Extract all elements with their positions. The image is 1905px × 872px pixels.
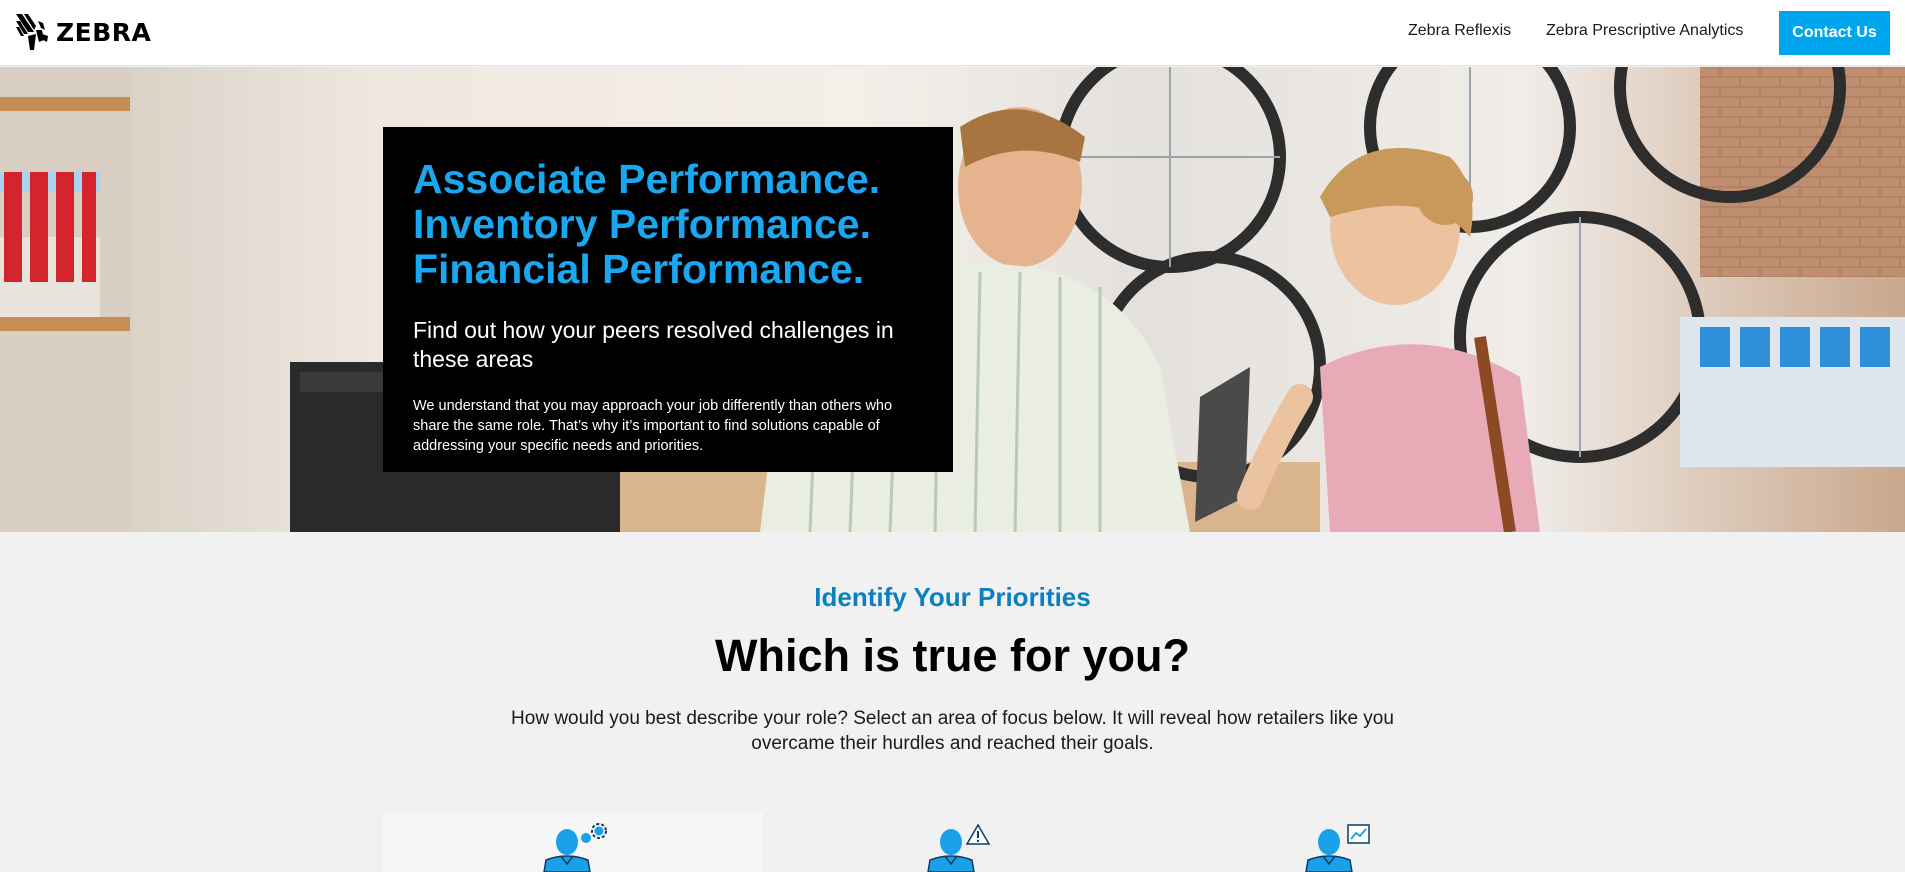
hero-banner: Associate Performance. Inventory Perform… [0, 67, 1905, 532]
person-chart-icon[interactable] [1302, 822, 1372, 872]
hero-body-text: We understand that you may approach your… [413, 398, 893, 454]
description-line: How would you best describe your role? S… [511, 708, 1394, 729]
hero-text-card: Associate Performance. Inventory Perform… [383, 127, 953, 472]
hero-subtitle: Find out how your peers resolved challen… [413, 317, 894, 372]
priorities-section: Identify Your Priorities Which is true f… [0, 532, 1905, 872]
section-headline: Which is true for you? [714, 630, 1190, 681]
brand-name: ZEBRA [56, 17, 152, 47]
person-warning-icon[interactable] [924, 822, 994, 872]
hero-title-line: Inventory Performance. [413, 201, 871, 247]
nav-link-prescriptive-analytics[interactable]: Zebra Prescriptive Analytics [1546, 22, 1743, 40]
zebra-head-icon [16, 14, 48, 50]
zebra-logo[interactable]: ZEBRA [14, 12, 151, 52]
contact-us-button[interactable]: Contact Us [1779, 11, 1890, 55]
hero-title: Associate Performance. Inventory Perform… [413, 157, 923, 292]
section-description: How would you best describe your role? S… [500, 706, 1405, 756]
hero-title-line: Associate Performance. [413, 156, 881, 202]
site-header: ZEBRA Zebra Reflexis Zebra Prescriptive … [0, 0, 1905, 66]
person-gear-icon[interactable] [540, 822, 610, 872]
section-eyebrow: Identify Your Priorities [814, 582, 1091, 612]
nav-link-zebra-reflexis[interactable]: Zebra Reflexis [1408, 22, 1511, 40]
hero-title-line: Financial Performance. [413, 246, 865, 292]
description-line: overcame their hurdles and reached their… [751, 733, 1154, 754]
